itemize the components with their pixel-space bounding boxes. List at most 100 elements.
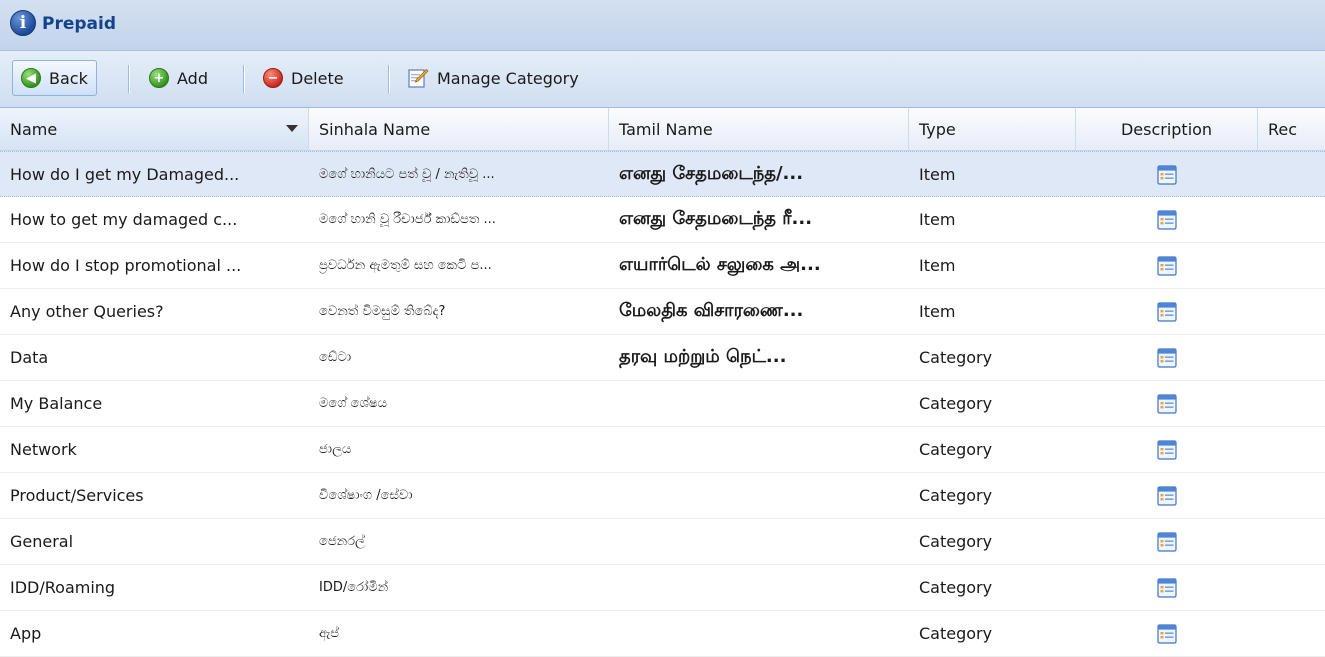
name-cell: How to get my damaged c... [10, 210, 238, 229]
description-cell [1076, 289, 1258, 334]
sinhala-name-cell: ඩේටා [319, 350, 352, 365]
type-cell: Category [919, 394, 993, 413]
column-header-type-label: Type [919, 119, 956, 139]
sinhala-name-cell: ප්‍රවර්ධන ඇමතුම් සහ කෙටි ප... [319, 258, 492, 273]
type-cell: Item [919, 256, 956, 275]
form-window-icon[interactable] [1156, 623, 1178, 645]
table-row[interactable]: Product/Services විශේෂාංග /සේවා Category [0, 473, 1325, 519]
table-row[interactable]: IDD/Roaming IDD/රෝමින් Category [0, 565, 1325, 611]
add-button[interactable]: + Add [140, 60, 217, 96]
grid-header: Name Sinhala Name Tamil Name Type Descri… [0, 108, 1325, 151]
info-icon: i [10, 10, 36, 36]
column-header-description[interactable]: Description [1076, 108, 1258, 150]
toolbar-separator [128, 65, 129, 93]
sinhala-name-cell: ඇප් [319, 626, 340, 641]
column-menu-arrow-icon[interactable] [286, 125, 298, 132]
description-cell [1076, 473, 1258, 518]
column-header-name[interactable]: Name [0, 108, 309, 150]
tamil-name-cell: தரவு மற்றும் நெட்... [619, 346, 787, 367]
tamil-name-cell [609, 611, 909, 656]
name-cell: App [10, 624, 42, 643]
type-cell: Category [919, 348, 993, 367]
type-cell: Item [919, 165, 956, 184]
table-row[interactable]: Data ඩේටා தரவு மற்றும் நெட்... Category [0, 335, 1325, 381]
tamil-name-cell: எனது சேதமடைந்த/... [619, 163, 804, 184]
back-button-label: Back [49, 68, 88, 88]
form-window-icon[interactable] [1156, 485, 1178, 507]
panel-title: Prepaid [42, 14, 117, 34]
description-cell [1076, 197, 1258, 242]
sinhala-name-cell: මගේ ශේෂය [319, 396, 387, 411]
column-header-type[interactable]: Type [909, 108, 1076, 150]
column-header-name-label: Name [10, 119, 58, 139]
name-cell: How do I stop promotional ... [10, 256, 242, 275]
sinhala-name-cell: මගේ හානියට පත් වූ / නැතිවූ ... [319, 167, 495, 182]
type-cell: Category [919, 624, 993, 643]
tamil-name-cell [609, 473, 909, 518]
type-cell: Category [919, 578, 993, 597]
column-header-sinhala[interactable]: Sinhala Name [309, 108, 609, 150]
delete-icon: − [263, 68, 283, 88]
delete-button-label: Delete [291, 68, 344, 88]
add-icon: + [149, 68, 169, 88]
prepaid-panel: i Prepaid ◀ Back + Add − Delete Manage C… [0, 0, 1325, 657]
tamil-name-cell [609, 519, 909, 564]
panel-title-bar: i Prepaid [0, 0, 1325, 51]
manage-category-label: Manage Category [437, 68, 579, 88]
column-header-extra[interactable]: Rec [1258, 108, 1325, 150]
form-window-icon[interactable] [1156, 301, 1178, 323]
form-window-icon[interactable] [1156, 347, 1178, 369]
toolbar-separator [388, 65, 389, 93]
type-cell: Category [919, 532, 993, 551]
form-window-icon[interactable] [1156, 393, 1178, 415]
toolbar: ◀ Back + Add − Delete Manage Category [0, 51, 1325, 108]
table-row[interactable]: Network ජාලය Category [0, 427, 1325, 473]
sinhala-name-cell: වෙනත් විමසුම් තිබේද? [319, 304, 446, 319]
delete-button[interactable]: − Delete [254, 60, 353, 96]
form-window-icon[interactable] [1156, 255, 1178, 277]
description-cell [1076, 381, 1258, 426]
name-cell: Network [10, 440, 77, 459]
name-cell: Data [10, 348, 49, 367]
type-cell: Item [919, 302, 956, 321]
form-window-icon[interactable] [1156, 164, 1178, 186]
name-cell: Product/Services [10, 486, 144, 505]
manage-category-button[interactable]: Manage Category [398, 60, 588, 96]
table-row[interactable]: Any other Queries? වෙනත් විමසුම් තිබේද? … [0, 289, 1325, 335]
form-window-icon[interactable] [1156, 209, 1178, 231]
column-header-tamil[interactable]: Tamil Name [609, 108, 909, 150]
form-window-icon[interactable] [1156, 531, 1178, 553]
table-row[interactable]: App ඇප් Category [0, 611, 1325, 657]
sinhala-name-cell: IDD/රෝමින් [319, 580, 389, 595]
sinhala-name-cell: මගේ හානි වූ රීචාර්ජ් කාඩ්පත ... [319, 212, 496, 227]
tamil-name-cell: மேலதிக விசாரணை... [619, 300, 804, 321]
table-row[interactable]: How do I get my Damaged... මගේ හානියට පත… [0, 151, 1325, 197]
toolbar-separator [243, 65, 244, 93]
name-cell: Any other Queries? [10, 302, 164, 321]
name-cell: IDD/Roaming [10, 578, 116, 597]
description-cell [1076, 519, 1258, 564]
name-cell: My Balance [10, 394, 103, 413]
tamil-name-cell: எயார்டெல் சலுகை அ... [619, 254, 821, 275]
column-header-extra-label: Rec [1268, 119, 1298, 139]
form-window-icon[interactable] [1156, 439, 1178, 461]
table-row[interactable]: How do I stop promotional ... ප්‍රවර්ධන … [0, 243, 1325, 289]
tamil-name-cell [609, 381, 909, 426]
type-cell: Category [919, 486, 993, 505]
description-cell [1076, 611, 1258, 656]
description-cell [1076, 565, 1258, 610]
table-row[interactable]: General ජෙනරල් Category [0, 519, 1325, 565]
table-row[interactable]: My Balance මගේ ශේෂය Category [0, 381, 1325, 427]
description-cell [1076, 152, 1258, 197]
description-cell [1076, 427, 1258, 472]
sinhala-name-cell: ජාලය [319, 442, 352, 457]
name-cell: General [10, 532, 74, 551]
sinhala-name-cell: විශේෂාංග /සේවා [319, 488, 413, 503]
column-header-description-label: Description [1120, 119, 1213, 139]
sinhala-name-cell: ජෙනරල් [319, 534, 365, 549]
form-window-icon[interactable] [1156, 577, 1178, 599]
back-button[interactable]: ◀ Back [12, 60, 97, 96]
column-header-sinhala-label: Sinhala Name [319, 119, 431, 139]
type-cell: Item [919, 210, 956, 229]
table-row[interactable]: How to get my damaged c... මගේ හානි වූ ර… [0, 197, 1325, 243]
